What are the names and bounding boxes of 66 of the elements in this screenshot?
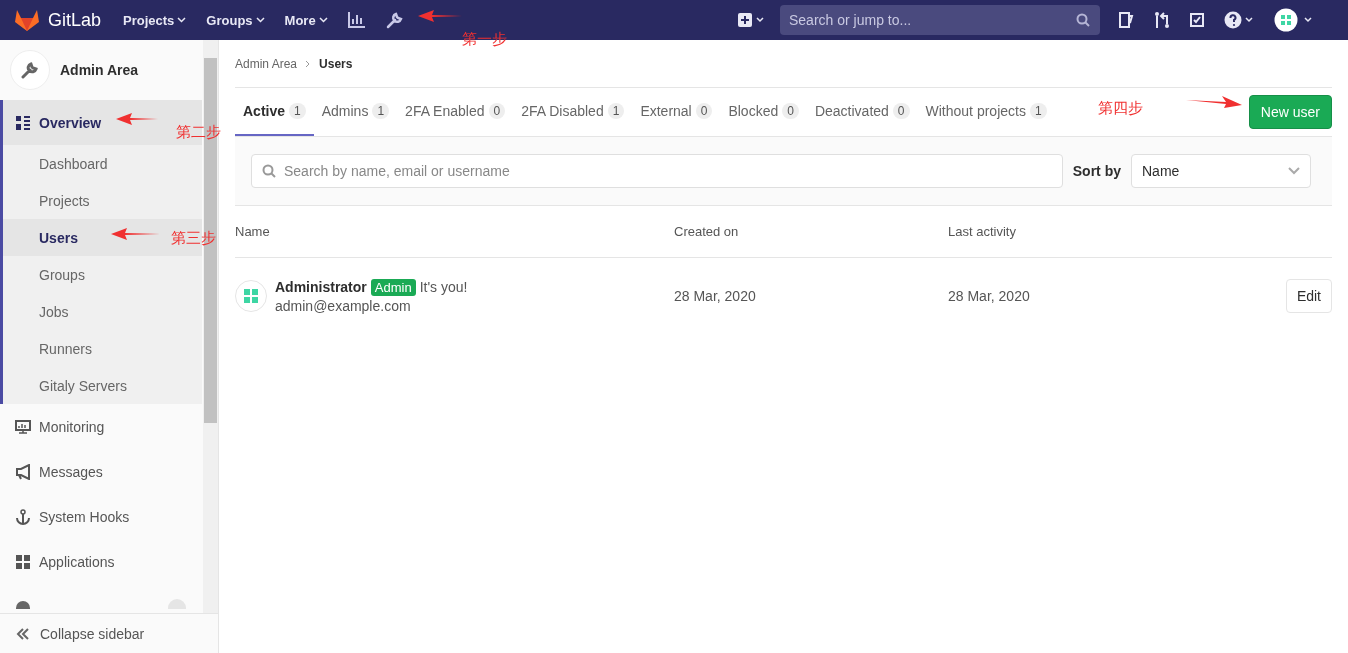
- sort-dropdown[interactable]: Name: [1131, 154, 1311, 188]
- double-chevron-icon: [16, 626, 30, 641]
- annotation-text: 第三步: [171, 229, 216, 248]
- table-cell-text: 28 Mar, 2020: [674, 288, 757, 304]
- filter-tab[interactable]: 2FA Enabled 0: [397, 88, 514, 136]
- filter-tab[interactable]: Deactivated 0: [806, 88, 918, 136]
- sidebar-title: Admin Area: [60, 62, 139, 78]
- wrench-icon[interactable]: [385, 11, 404, 29]
- search-icon: [1076, 13, 1090, 27]
- chevron-down-icon: [1288, 167, 1300, 175]
- annotation-text: 第四步: [1098, 99, 1143, 118]
- admin-badge: Admin: [370, 278, 416, 296]
- user-email: admin@example.com: [275, 297, 412, 314]
- breadcrumb-link[interactable]: Admin Area: [235, 56, 298, 71]
- user-name[interactable]: Administrator: [275, 279, 367, 295]
- fox-logo-icon[interactable]: [14, 8, 40, 32]
- user-search-field[interactable]: Search by name, email or username: [251, 154, 1063, 188]
- sidebar-item[interactable]: Messages: [15, 463, 103, 480]
- merge-request-icon[interactable]: [1154, 11, 1170, 29]
- filter-tab[interactable]: External 0: [632, 88, 721, 136]
- avatar-icon[interactable]: [1274, 8, 1314, 32]
- breadcrumb-link[interactable]: Users: [319, 56, 353, 71]
- column-header: Name: [235, 224, 271, 239]
- sidebar-subitem[interactable]: Jobs: [39, 303, 69, 320]
- wrench-avatar-icon: [10, 50, 50, 90]
- sidebar-subitem[interactable]: Projects: [39, 192, 90, 209]
- sort-label: Sort by: [1072, 163, 1121, 179]
- annotation-text: 第一步: [462, 30, 507, 49]
- bar-chart-icon[interactable]: [347, 12, 366, 28]
- search-field[interactable]: Search or jump to...: [780, 5, 1100, 35]
- table-cell-text: 28 Mar, 2020: [948, 288, 1031, 304]
- search-icon: [262, 164, 276, 178]
- plus-square-icon[interactable]: [738, 13, 766, 27]
- sidebar-subitem[interactable]: Gitaly Servers: [39, 377, 127, 394]
- filter-tab[interactable]: Without projects 1: [917, 88, 1055, 136]
- anchor-icon: [15, 508, 31, 525]
- megaphone-icon: [15, 463, 31, 480]
- column-header: Last activity: [948, 224, 1017, 239]
- sidebar-item[interactable]: Overview: [15, 114, 102, 131]
- monitor-icon: [15, 418, 31, 435]
- chevron-down-icon: [318, 17, 328, 23]
- sidebar-item[interactable]: System Hooks: [15, 508, 130, 525]
- sidebar-subitem[interactable]: Groups: [39, 266, 85, 283]
- user-avatar-icon: [235, 280, 267, 312]
- annotation-text: 第二步: [176, 123, 221, 142]
- sidebar-item[interactable]: Monitoring: [15, 418, 105, 435]
- sidebar-subitem[interactable]: Dashboard: [39, 155, 108, 172]
- chevron-down-icon: [255, 17, 265, 23]
- nav-menu-dropdown[interactable]: More: [284, 12, 328, 28]
- brand-name[interactable]: GitLab: [48, 9, 102, 31]
- filter-tab[interactable]: Blocked 0: [720, 88, 807, 136]
- filter-tab[interactable]: Admins 1: [313, 88, 398, 136]
- help-icon[interactable]: [1224, 11, 1254, 29]
- sidebar-item[interactable]: Applications: [15, 553, 115, 570]
- nav-menu-dropdown[interactable]: Groups: [206, 12, 265, 28]
- checkbox-icon[interactable]: [1190, 13, 1204, 27]
- nav-menu-dropdown[interactable]: Projects: [123, 12, 187, 28]
- chevron-down-icon: [177, 17, 187, 23]
- grid-list-icon: [15, 114, 31, 131]
- column-header: Created on: [674, 224, 740, 239]
- sidebar-subitem[interactable]: Runners: [39, 340, 92, 357]
- apps-grid-icon: [15, 553, 31, 570]
- user-note: It's you!: [419, 279, 468, 295]
- edit-button[interactable]: Edit: [1285, 279, 1332, 313]
- filter-tab[interactable]: 2FA Disabled 1: [513, 88, 633, 136]
- cup-icon[interactable]: [1118, 12, 1134, 28]
